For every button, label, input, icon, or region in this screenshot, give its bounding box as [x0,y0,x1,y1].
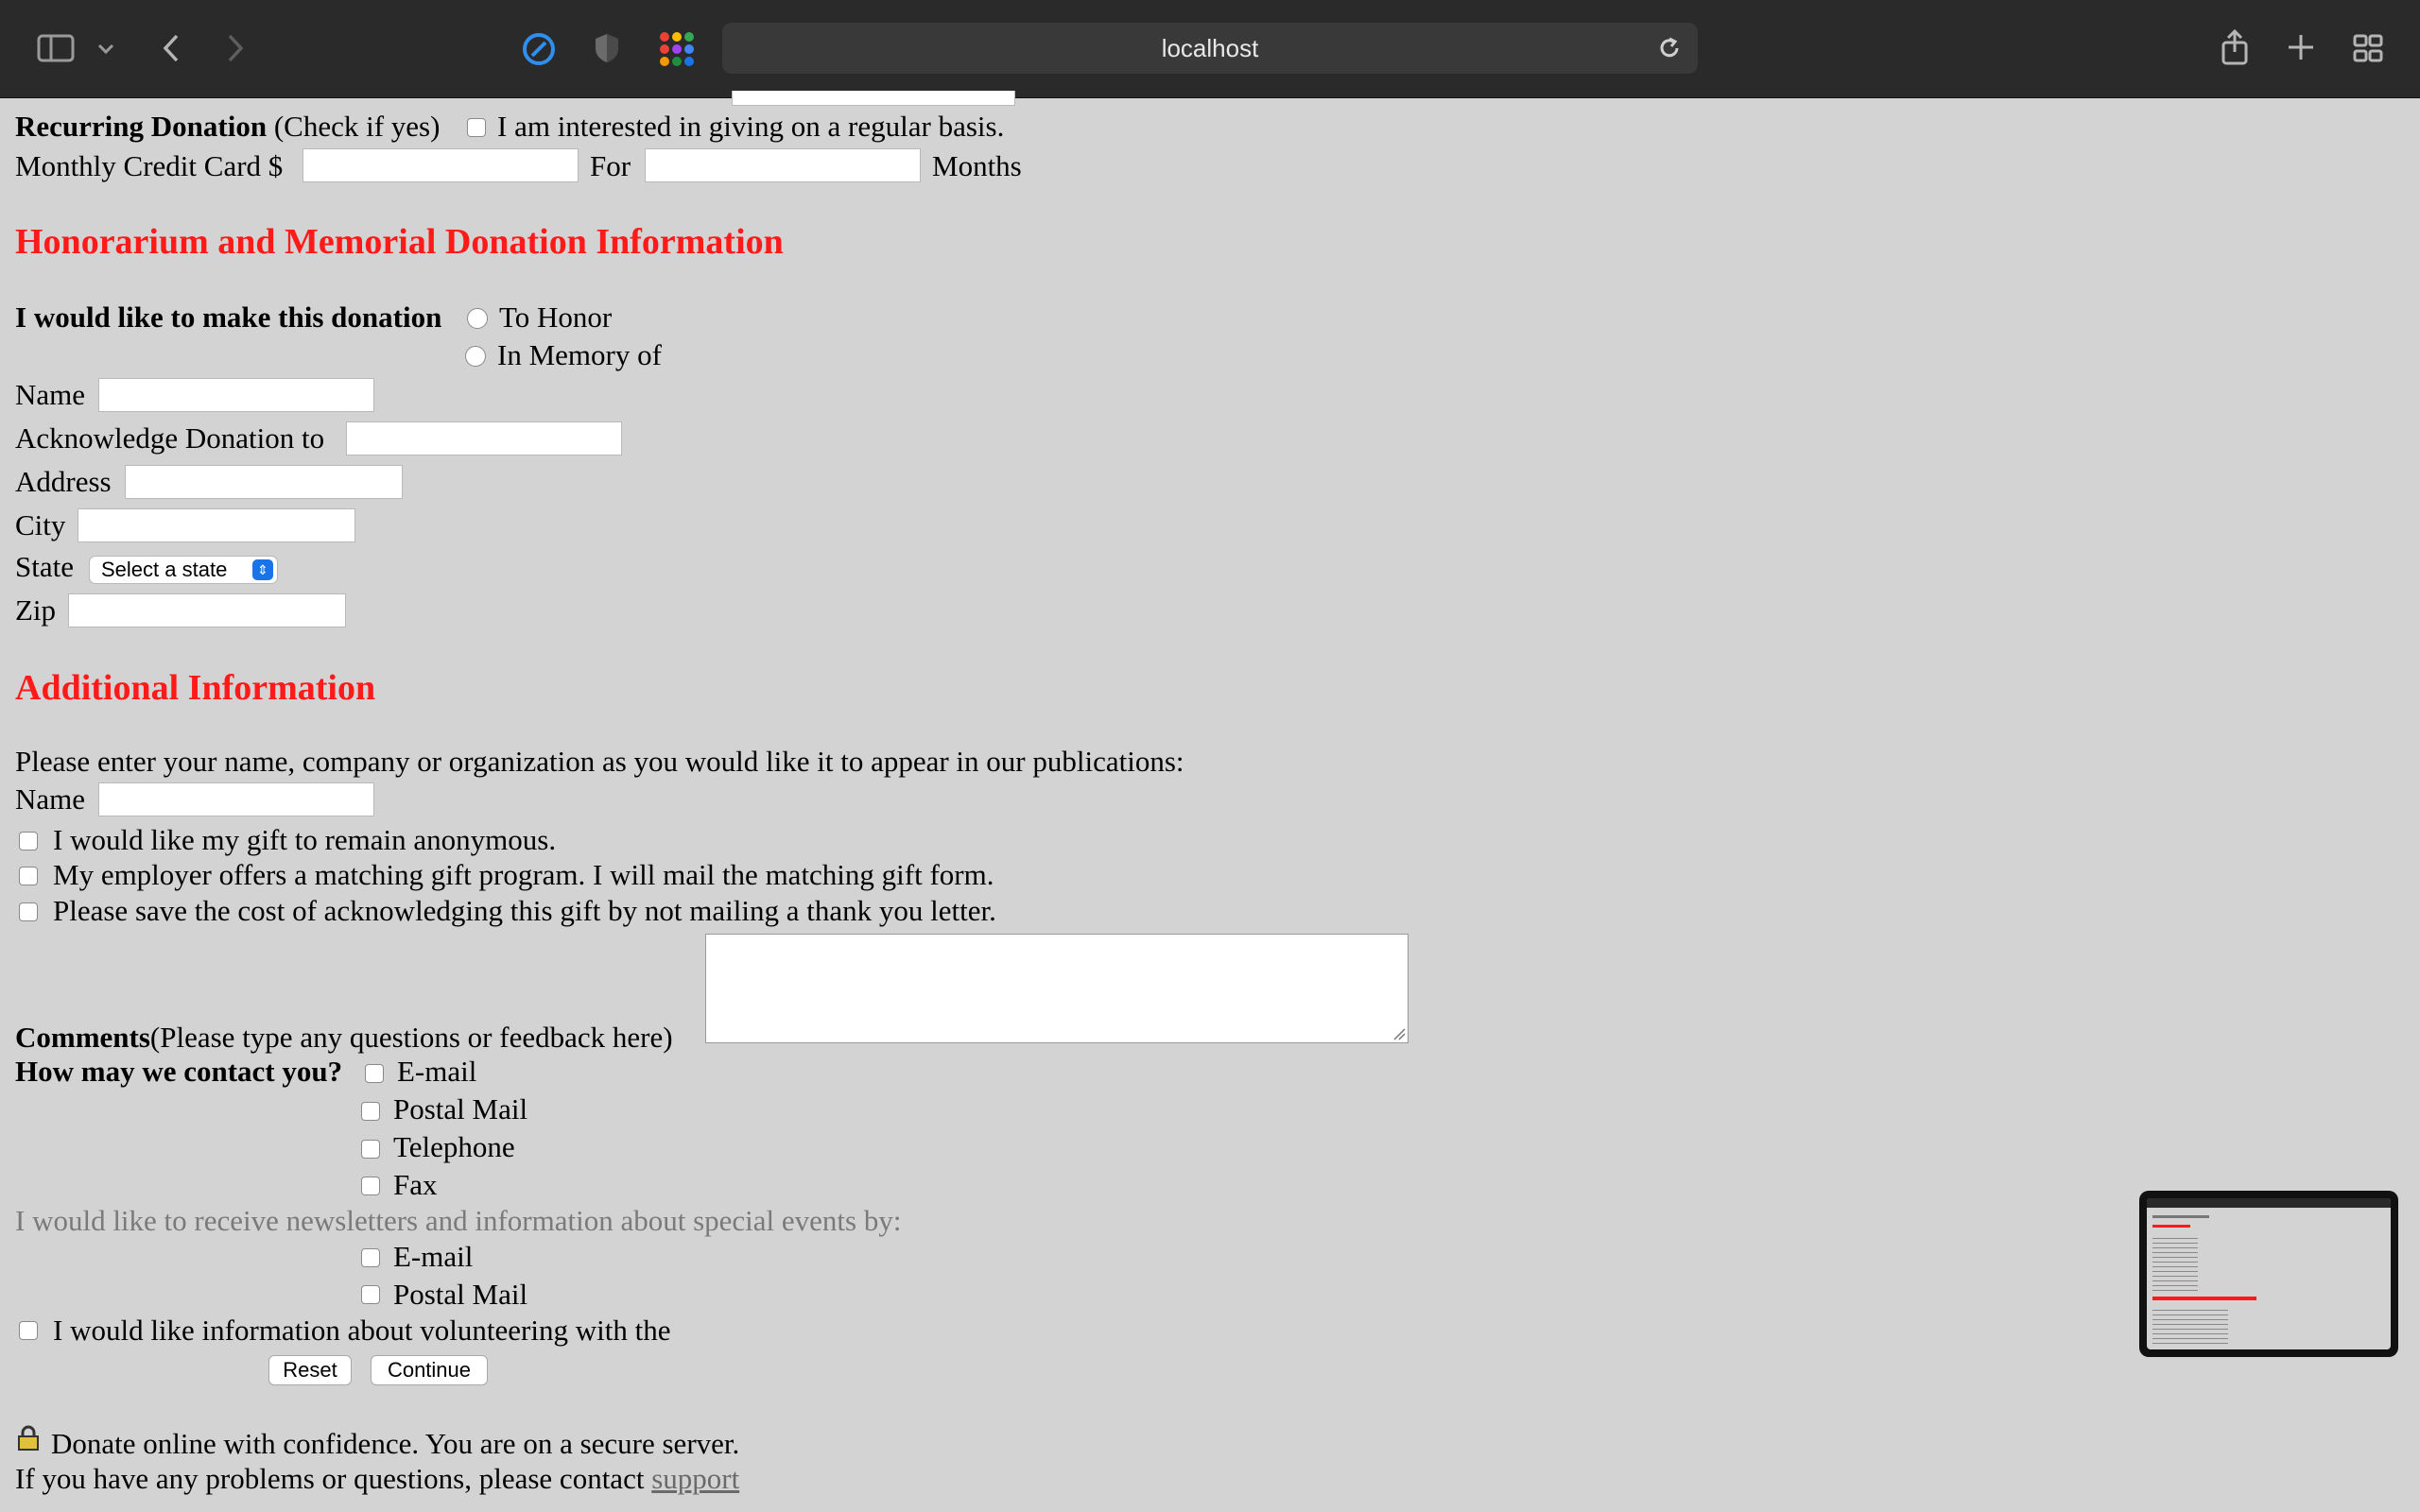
compass-icon[interactable] [522,32,556,66]
city-input[interactable] [78,508,355,542]
publication-name-input[interactable] [98,782,374,816]
honoree-name-input[interactable] [98,378,374,412]
monthly-label: Monthly Credit Card $ [15,149,284,182]
select-arrows-icon: ⇕ [252,559,273,580]
contact-phone-label: Telephone [393,1130,515,1163]
matching-gift-checkbox[interactable] [19,867,38,885]
secure-text: Donate online with confidence. You are o… [51,1427,740,1460]
contact-fax-label: Fax [393,1168,438,1201]
contact-postal-checkbox[interactable] [361,1102,380,1121]
resize-handle-icon[interactable] [1391,1025,1406,1040]
state-select-value: Select a state [101,558,228,581]
contact-email-checkbox[interactable] [365,1064,384,1083]
for-label: For [590,149,631,182]
additional-heading: Additional Information [15,668,376,708]
acknowledge-input[interactable] [346,421,622,455]
contact-postal-label: Postal Mail [393,1092,528,1125]
comments-textarea[interactable] [705,934,1409,1043]
save-cost-checkbox[interactable] [19,902,38,921]
screenshot-thumbnail[interactable] [2139,1191,2398,1357]
grid-dots-icon[interactable] [658,30,696,68]
browser-toolbar: localhost [0,0,2420,98]
recurring-label: Recurring Donation (Check if yes) [15,110,441,143]
problems-text: If you have any problems or questions, p… [15,1462,740,1495]
honor-radio-label: To Honor [499,301,613,334]
newsletter-prompt: I would like to receive newsletters and … [15,1204,902,1237]
state-select[interactable]: Select a state ⇕ [89,556,278,584]
save-cost-label: Please save the cost of acknowledging th… [53,894,996,927]
recurring-checkbox-label: I am interested in giving on a regular b… [497,110,1005,143]
reset-button[interactable]: Reset [268,1355,352,1385]
newsletter-email-label: E-mail [393,1240,474,1273]
honor-radio[interactable] [467,308,488,329]
newsletter-postal-label: Postal Mail [393,1278,528,1311]
state-label: State [15,550,74,583]
shield-icon[interactable] [592,31,622,65]
back-icon[interactable] [157,32,185,64]
monthly-amount-input[interactable] [302,148,579,182]
recurring-checkbox[interactable] [467,118,486,137]
matching-gift-label: My employer offers a matching gift progr… [53,858,994,891]
contact-fax-checkbox[interactable] [361,1177,380,1195]
plus-icon[interactable] [2286,32,2316,62]
volunteer-label: I would like information about volunteer… [53,1314,671,1347]
months-label: Months [932,149,1022,182]
memory-radio[interactable] [465,346,486,367]
zip-label: Zip [15,593,57,627]
city-label: City [15,508,66,541]
anonymous-checkbox[interactable] [19,832,38,850]
hidden-top-input[interactable] [732,91,1015,106]
address-input[interactable] [125,465,403,499]
url-text: localhost [1161,33,1259,62]
make-donation-label: I would like to make this donation [15,301,442,334]
volunteer-checkbox[interactable] [19,1321,38,1340]
contact-phone-checkbox[interactable] [361,1140,380,1159]
zip-input[interactable] [68,593,346,627]
sidebar-icon[interactable] [36,32,76,64]
contact-label: How may we contact you? [15,1055,343,1088]
continue-button[interactable]: Continue [371,1355,488,1385]
share-icon[interactable] [2220,28,2250,66]
months-count-input[interactable] [645,148,921,182]
lock-icon [15,1425,42,1452]
forward-icon[interactable] [221,32,250,64]
publication-prompt: Please enter your name, company or organ… [15,745,1184,778]
support-link[interactable]: support [651,1462,739,1495]
newsletter-postal-checkbox[interactable] [361,1285,380,1304]
honorarium-heading: Honorarium and Memorial Donation Informa… [15,222,784,262]
reload-icon[interactable] [1656,35,1683,66]
publication-name-label: Name [15,782,86,816]
thumbnail-preview [2147,1198,2391,1349]
honoree-name-label: Name [15,378,86,411]
contact-email-label: E-mail [397,1055,477,1088]
comments-label: Comments(Please type any questions or fe… [15,1021,673,1054]
address-label: Address [15,465,112,498]
newsletter-email-checkbox[interactable] [361,1248,380,1267]
acknowledge-label: Acknowledge Donation to [15,421,325,455]
address-bar[interactable]: localhost [722,23,1698,74]
chevron-down-icon[interactable] [95,38,117,60]
tabs-overview-icon[interactable] [2352,32,2384,64]
memory-radio-label: In Memory of [497,338,662,371]
anonymous-label: I would like my gift to remain anonymous… [53,823,557,856]
